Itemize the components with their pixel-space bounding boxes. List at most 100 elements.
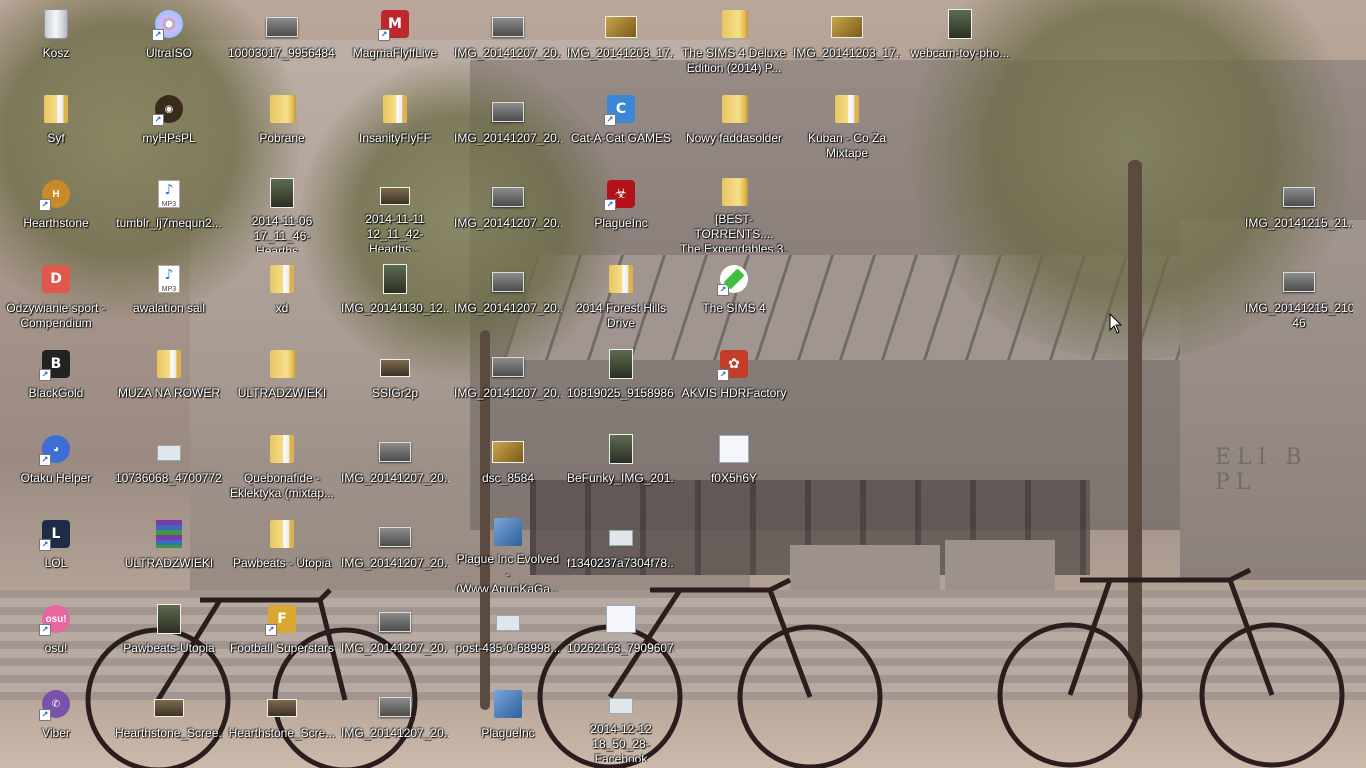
desktop-item[interactable]: Hearthstone_Scree... <box>113 680 225 762</box>
desktop-item[interactable]: D Odzywianie sport - Compendium <box>0 255 112 337</box>
desktop-item[interactable]: post-435-0-68998... <box>452 595 564 677</box>
desktop-item[interactable]: IMG_20141207_20... <box>452 85 564 167</box>
desktop-item[interactable]: IMG_20141207_20... <box>339 425 451 507</box>
desktop-item[interactable]: xd <box>226 255 338 337</box>
plague-inc-setup-icon <box>492 688 524 720</box>
desktop-item[interactable]: ↗ The SIMS 4 <box>678 255 790 337</box>
image-file-icon <box>379 688 411 720</box>
desktop-item[interactable]: IMG_20141203_17... <box>791 0 903 82</box>
winrar-archive-icon <box>153 518 185 550</box>
desktop-item[interactable]: tumblr_lj7mequn2... <box>113 170 225 252</box>
desktop-item[interactable]: ✿ ↗ AKVIS HDRFactory <box>678 340 790 422</box>
desktop-item[interactable]: ULTRADZWIEKI <box>113 510 225 592</box>
desktop-item-label: Viber <box>42 726 70 740</box>
desktop-item[interactable]: IMG_20141207_20... <box>452 0 564 82</box>
desktop-item-label: IMG_20141207_20... <box>341 471 449 485</box>
desktop-item[interactable]: ULTRADZWIEKI <box>226 340 338 422</box>
shortcut-arrow-icon: ↗ <box>378 29 390 41</box>
desktop-item[interactable]: ✆ ↗ Viber <box>0 680 112 762</box>
desktop-item[interactable]: f1340237a7304f78... <box>565 510 677 592</box>
folder-icon <box>718 8 750 40</box>
desktop-item[interactable]: ☣ ↗ PlagueInc <box>565 170 677 252</box>
desktop-item[interactable]: IMG_20141130_12... <box>339 255 451 337</box>
desktop-item[interactable]: Pobrane <box>226 85 338 167</box>
desktop-item-label: ULTRADZWIEKI <box>124 556 214 570</box>
desktop-item[interactable]: 2014 Forest Hills Drive <box>565 255 677 337</box>
desktop-item-label: dsc_8584 <box>481 471 535 485</box>
desktop-item[interactable]: MUZA NA ROWER <box>113 340 225 422</box>
icon-glyph: ✆ <box>51 698 61 710</box>
desktop-item[interactable]: M ↗ MagmaFlyffLive <box>339 0 451 82</box>
desktop-item-label: PlagueInc <box>594 216 648 230</box>
desktop-item[interactable]: C ↗ Cat-A-Cat GAMES <box>565 85 677 167</box>
icon-glyph: ✿ <box>728 356 740 372</box>
image-file-icon <box>605 348 637 380</box>
cat-a-cat-icon: C ↗ <box>604 93 637 126</box>
desktop-item-label: Pawbeats-Utopia <box>123 641 215 655</box>
shortcut-arrow-icon: ↗ <box>39 454 51 466</box>
sims-plumbob-icon: ↗ <box>717 263 750 296</box>
desktop-item[interactable]: Quebonafide - Eklektyka (mixtap... <box>226 425 338 507</box>
desktop-item-label: Odzywianie sport - Compendium <box>6 301 106 330</box>
desktop-item[interactable]: 10262163_7909607... <box>565 595 677 677</box>
desktop-item[interactable]: IMG_20141207_20... <box>452 340 564 422</box>
desktop-item[interactable]: 2014-11-11 12_11_42-Hearths... <box>339 170 451 252</box>
desktop-item[interactable]: SSIGr2p <box>339 340 451 422</box>
desktop-item[interactable]: Hearthstone_Scre... <box>226 680 338 762</box>
desktop-item[interactable]: Syf <box>0 85 112 167</box>
desktop-item-label: Hearthstone <box>23 216 89 230</box>
icon-glyph: osu! <box>45 613 67 625</box>
shortcut-arrow-icon: ↗ <box>39 539 51 551</box>
desktop-item[interactable]: IMG_20141207_20... <box>339 510 451 592</box>
desktop-item[interactable]: Nowy faddasolder <box>678 85 790 167</box>
folder-icon <box>266 518 298 550</box>
desktop-item[interactable]: InsanityFlyFF <box>339 85 451 167</box>
desktop-item[interactable]: IMG_20141215_2107 46 <box>1243 255 1355 337</box>
desktop-item[interactable]: [BEST-TORRENTS.... The.Expendables.3... <box>678 170 790 252</box>
desktop-item[interactable]: 10819025_9158986... <box>565 340 677 422</box>
desktop-item[interactable]: osu! ↗ osu! <box>0 595 112 677</box>
image-file-icon <box>605 518 637 550</box>
desktop-item[interactable]: Plague Inc Evolved - (Www.ApunKaGa... <box>452 510 564 592</box>
image-file-icon <box>605 603 637 635</box>
shortcut-arrow-icon: ↗ <box>39 369 51 381</box>
desktop-item[interactable]: dsc_8584 <box>452 425 564 507</box>
desktop-item[interactable]: Pawbeats - Utopia <box>226 510 338 592</box>
desktop-item[interactable]: IMG_20141203_17... <box>565 0 677 82</box>
blackgold-game-icon: B ↗ <box>39 348 72 381</box>
desktop-item[interactable]: ◉ ↗ myHPsPL <box>113 85 225 167</box>
desktop-item[interactable]: IMG_20141207_20... <box>339 680 451 762</box>
desktop-item[interactable]: IMG_20141207_20... <box>452 255 564 337</box>
desktop-item[interactable]: BeFunky_IMG_201... <box>565 425 677 507</box>
desktop-item[interactable]: Kosz <box>0 0 112 82</box>
desktop-item-label: Football Superstars <box>229 641 335 655</box>
desktop-item[interactable]: IMG_20141215_21... <box>1243 170 1355 252</box>
desktop-item[interactable]: 10736068_4700772... <box>113 425 225 507</box>
desktop-item[interactable]: B ↗ BlackGold <box>0 340 112 422</box>
icon-glyph: B <box>50 356 62 372</box>
desktop-item[interactable]: PlagueInc <box>452 680 564 762</box>
image-file-icon <box>492 433 524 465</box>
shortcut-arrow-icon: ↗ <box>604 114 616 126</box>
desktop-item[interactable]: H ↗ Hearthstone <box>0 170 112 252</box>
desktop-item[interactable]: Pawbeats-Utopia <box>113 595 225 677</box>
desktop-item-label: The SIMS 4 <box>702 301 766 315</box>
desktop-item[interactable]: 10003017_9956484... <box>226 0 338 82</box>
desktop-item[interactable]: ↗ UltraISO <box>113 0 225 82</box>
desktop-item[interactable]: Kuban - Co Za Mixtape <box>791 85 903 167</box>
desktop-item[interactable]: F ↗ Football Superstars <box>226 595 338 677</box>
desktop-item[interactable]: f0X5h6Y <box>678 425 790 507</box>
desktop-icon-area: Kosz Syf H ↗ Hearthstone D Odzywianie sport - … <box>0 0 1366 768</box>
desktop-item[interactable]: IMG_20141207_20... <box>452 170 564 252</box>
desktop-item[interactable]: awalation sail <box>113 255 225 337</box>
desktop-item[interactable]: IMG_20141207_20... <box>339 595 451 677</box>
desktop-item[interactable]: L ↗ LOL <box>0 510 112 592</box>
desktop-item[interactable]: 2014-11-06 17_11_46-Hearths... <box>226 170 338 252</box>
desktop-item[interactable]: 2014-12-12 18_50_28-Facebook <box>565 680 677 762</box>
desktop-item[interactable]: webcam-toy-pho... <box>904 0 1016 82</box>
desktop-item-label: webcam-toy-pho... <box>910 46 1010 60</box>
shortcut-arrow-icon: ↗ <box>604 199 616 211</box>
desktop-item[interactable]: The SIMS 4 Deluxe Edition (2014) P... <box>678 0 790 82</box>
desktop-item-label: 2014-12-12 18_50_28-Facebook <box>590 722 652 762</box>
desktop-item[interactable]: ◕ ↗ Otaku Helper <box>0 425 112 507</box>
